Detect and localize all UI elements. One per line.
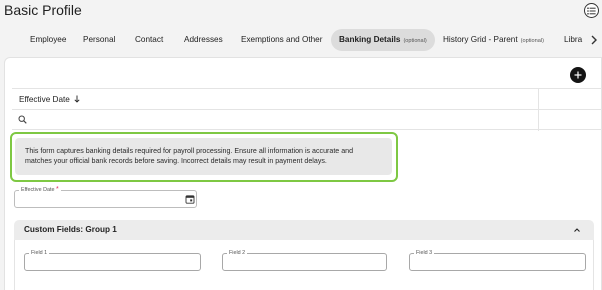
chevron-right-icon[interactable]: [589, 34, 599, 46]
tab-banking-details[interactable]: Banking Details (optional): [331, 29, 435, 51]
tab-employee[interactable]: Employee: [30, 29, 66, 51]
notice-line-2: matches your official bank records befor…: [25, 157, 327, 165]
calendar-icon[interactable]: [185, 194, 195, 204]
column-header-effective-date[interactable]: Effective Date: [19, 89, 80, 110]
info-notice: This form captures banking details requi…: [15, 138, 392, 175]
grid-filter-row[interactable]: [12, 110, 602, 130]
tab-personal[interactable]: Personal: [83, 29, 115, 51]
chevron-up-icon[interactable]: [573, 226, 581, 234]
custom-fields-group-header[interactable]: Custom Fields: Group 1: [14, 220, 594, 240]
group-title: Custom Fields: Group 1: [24, 225, 117, 234]
arrow-down-icon: [74, 95, 80, 103]
tab-library[interactable]: Libra: [564, 29, 582, 51]
plus-icon: [574, 71, 582, 79]
add-record-button[interactable]: [570, 67, 586, 83]
field-2-input[interactable]: Field 2: [222, 249, 387, 271]
search-icon: [18, 115, 27, 124]
list-icon: [587, 6, 596, 15]
effective-date-label: Effective Date *: [19, 186, 61, 194]
page-title: Basic Profile: [4, 2, 82, 18]
effective-date-input[interactable]: Effective Date *: [14, 186, 197, 208]
notice-highlight: This form captures banking details requi…: [10, 132, 398, 182]
field-1-input[interactable]: Field 1: [24, 249, 201, 271]
tab-bar: Employee Personal Contact Addresses Exem…: [0, 29, 602, 51]
tab-exemptions-and-other[interactable]: Exemptions and Other: [241, 29, 322, 51]
notice-line-1: This form captures banking details requi…: [25, 147, 354, 155]
tab-contact[interactable]: Contact: [135, 29, 163, 51]
field-3-label: Field 3: [414, 249, 435, 257]
tab-history-grid-parent[interactable]: History Grid - Parent (optional): [443, 29, 544, 51]
field-1-label: Field 1: [29, 249, 50, 257]
menu-button[interactable]: [584, 3, 599, 18]
required-marker: *: [55, 186, 59, 193]
field-3-input[interactable]: Field 3: [409, 249, 586, 271]
grid-header: Effective Date: [12, 88, 602, 131]
tab-addresses[interactable]: Addresses: [184, 29, 223, 51]
field-2-label: Field 2: [227, 249, 248, 257]
